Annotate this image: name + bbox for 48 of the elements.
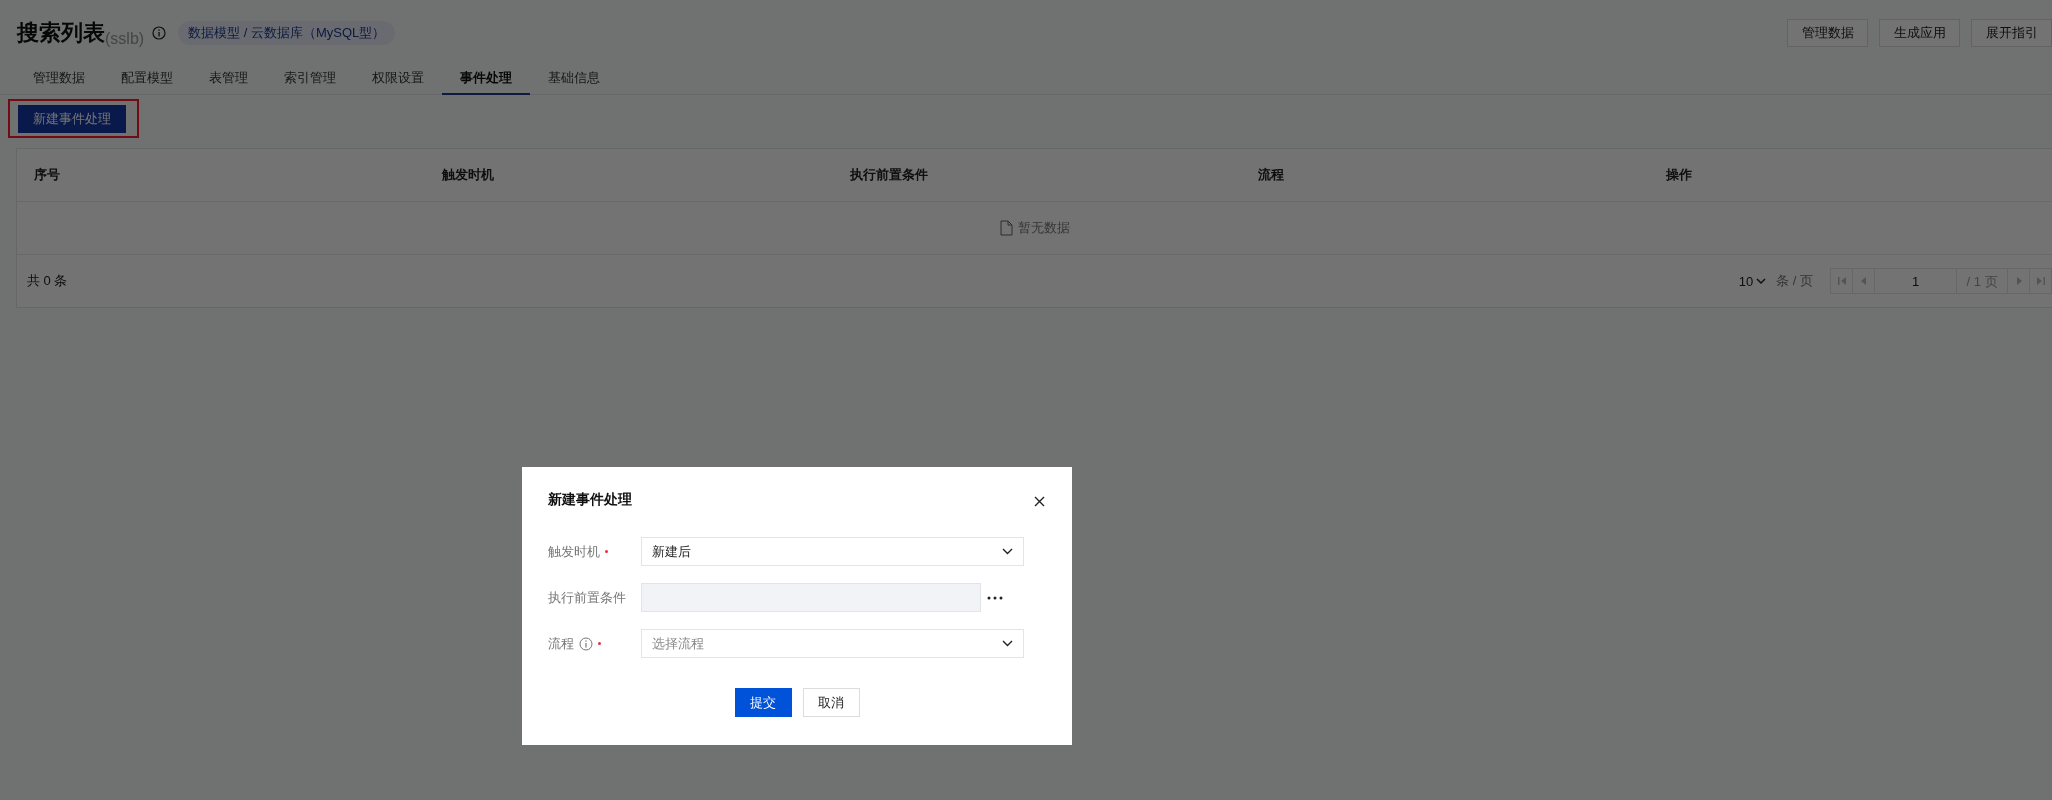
tab[interactable]: 权限设置: [354, 65, 442, 95]
first-page-icon: [1837, 277, 1846, 285]
close-icon[interactable]: [1034, 496, 1045, 507]
header-action-button[interactable]: 展开指引: [1971, 19, 2052, 47]
total-count: 共 0 条: [27, 272, 68, 290]
tab[interactable]: 管理数据: [15, 65, 103, 95]
column-header: 序号: [34, 166, 61, 184]
submit-button[interactable]: 提交: [734, 688, 792, 717]
tab[interactable]: 配置模型: [103, 65, 191, 95]
chevron-down-icon: [1002, 640, 1013, 647]
page-title: 搜索列表: [17, 19, 105, 45]
empty-message: 暂无数据: [1017, 219, 1070, 237]
field-label: 流程: [548, 634, 574, 653]
column-header: 触发时机: [442, 166, 495, 184]
select-field[interactable]: 选择流程: [641, 629, 1024, 658]
page-size-unit: 条 / 页: [1776, 272, 1813, 290]
first-page-button[interactable]: [1830, 268, 1853, 294]
column-header: 执行前置条件: [850, 166, 929, 184]
document-icon: [999, 220, 1013, 236]
field-label: 触发时机: [548, 542, 600, 561]
next-page-icon: [2014, 277, 2023, 285]
last-page-icon: [2036, 277, 2045, 285]
condition-field[interactable]: [641, 583, 981, 612]
more-icon[interactable]: [987, 595, 1003, 600]
page-input[interactable]: 1: [1874, 268, 1957, 294]
page-size-value: 10: [1738, 273, 1754, 289]
previous-page-button[interactable]: [1852, 268, 1875, 294]
header-action-button[interactable]: 管理数据: [1787, 19, 1868, 47]
tab[interactable]: 事件处理: [442, 65, 530, 95]
column-header: 流程: [1258, 166, 1285, 184]
field-label: 执行前置条件: [548, 588, 626, 607]
select-field[interactable]: 新建后: [641, 537, 1024, 566]
info-icon: [152, 26, 167, 40]
chevron-down-icon: [1756, 277, 1767, 285]
cancel-button[interactable]: 取消: [802, 688, 860, 717]
header-action-button[interactable]: 生成应用: [1879, 19, 1960, 47]
column-header: 操作: [1666, 166, 1693, 184]
tab[interactable]: 表管理: [191, 65, 266, 95]
tab[interactable]: 基础信息: [530, 65, 618, 95]
dialog-title: 新建事件处理: [548, 491, 632, 509]
breadcrumb-tag: 数据模型 / 云数据库（MySQL型）: [178, 21, 396, 45]
chevron-down-icon: [1002, 548, 1013, 555]
last-page-button[interactable]: [2029, 268, 2052, 294]
page-size-select[interactable]: 10: [1738, 273, 1767, 289]
new-event-button[interactable]: 新建事件处理: [18, 105, 126, 133]
tab[interactable]: 索引管理: [266, 65, 354, 95]
next-page-button[interactable]: [2007, 268, 2030, 294]
previous-page-icon: [1859, 277, 1868, 285]
